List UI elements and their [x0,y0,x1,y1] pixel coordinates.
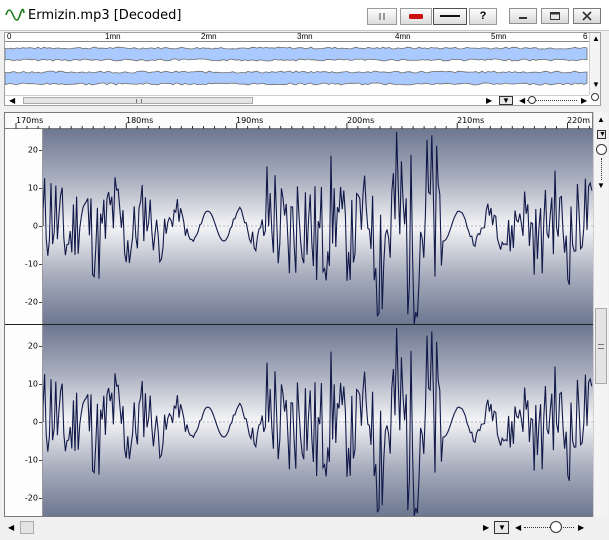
horizontal-zoom-knob[interactable] [550,521,562,533]
overview-waveform [5,46,588,86]
y-tick-label: -20 [24,493,38,503]
y-tick-label: 20 [27,145,38,155]
channel-1[interactable] [42,129,593,325]
main-time-ruler[interactable]: 170ms 180ms 190ms 200ms 210ms 220m [4,112,593,129]
y-tick-label: -10 [24,259,38,269]
scroll-right-icon[interactable]: ▶ [486,97,492,105]
scroll-up-icon[interactable]: ▲ [597,116,605,124]
maximize-button[interactable] [541,8,569,24]
vertical-scrollbar[interactable]: ▲ ▼ ▼ [593,112,608,517]
help-button[interactable]: ? [469,8,497,25]
vertical-scroll-thumb[interactable] [595,308,607,384]
overview-horizontal-scrollbar[interactable]: ◀ ▶ ▼ ◀ ▶ [5,95,589,105]
minimize-icon [519,17,527,19]
overview-ruler-tick: 0 [7,32,12,41]
overview-ruler-tick: 6 [583,32,588,41]
overview-vertical-scrollbar[interactable]: ▲ ▼ [589,33,600,95]
record-button[interactable] [400,8,432,25]
overview-ruler-tick: 2mn [201,32,217,41]
vertical-zoom-slider[interactable] [601,158,602,180]
overview-ruler-tick: 3mn [297,32,313,41]
close-button[interactable] [573,8,601,24]
overview-ruler-tick: 1mn [105,32,121,41]
overview-scroll-thumb[interactable] [23,97,253,104]
scroll-down-icon[interactable]: ▼ [597,182,605,190]
chevron-down-icon: ▼ [502,96,510,105]
overview-dropdown-button[interactable]: ▼ [499,96,513,105]
scroll-up-icon[interactable]: ▲ [592,35,600,43]
pause-icon [379,13,385,20]
y-tick-label: 0 [32,221,38,231]
channel-2-waveform [42,327,593,517]
overview-ruler-tick: 4mn [395,32,411,41]
pause-button[interactable] [367,8,397,25]
overview-zoom-slider-knob[interactable] [528,96,536,104]
scroll-left-icon[interactable]: ◀ [8,524,14,532]
grip-icon [136,99,142,103]
horizontal-scroll-thumb[interactable] [20,521,34,534]
maximize-icon [550,12,560,20]
zoom-out-icon[interactable]: ◀ [519,97,525,105]
waveform-area[interactable]: 20 10 0 -10 -20 20 10 0 -10 -20 [4,129,593,517]
horizontal-dropdown-button[interactable]: ▼ [494,521,509,534]
channel-1-y-axis: 20 10 0 -10 -20 [5,129,43,324]
scroll-left-icon[interactable]: ◀ [9,97,15,105]
vertical-dropdown-button[interactable]: ▼ [597,130,606,139]
overview-zoom-knob[interactable] [591,93,599,101]
channel-2[interactable] [42,325,593,517]
line-tool-button[interactable] [433,8,467,25]
grip-icon [598,344,604,349]
overview-ruler-tick: 5mn [491,32,507,41]
title-bar: Ermizin.mp3 [Decoded] ? [0,0,609,31]
channel-1-waveform [42,131,593,325]
zoom-out-icon[interactable]: ◀ [515,524,521,532]
app-logo-icon [5,8,25,21]
record-icon [409,14,423,19]
zoom-in-icon[interactable]: ▶ [581,97,587,105]
horizontal-scrollbar[interactable]: ◀ ▶ ▼ ◀ ▶ [4,518,608,538]
chevron-down-icon: ▼ [599,131,606,138]
y-tick-label: -20 [24,297,38,307]
y-tick-label: 10 [27,183,38,193]
chevron-down-icon: ▼ [498,523,506,532]
window-title: Ermizin.mp3 [Decoded] [28,8,182,23]
horizontal-zoom-slider[interactable] [524,527,574,528]
overview-pane[interactable]: 0 1mn 2mn 3mn 4mn 5mn 6 ▲ ▼ ◀ ▶ ▼ ◀ ▶ [4,32,601,106]
y-tick-label: 20 [27,341,38,351]
scroll-down-icon[interactable]: ▼ [592,81,600,89]
zoom-in-icon[interactable]: ▶ [578,524,584,532]
minimize-button[interactable] [509,8,537,24]
scroll-right-icon[interactable]: ▶ [483,524,489,532]
y-tick-label: 10 [27,379,38,389]
close-icon [582,11,592,21]
y-tick-label: -10 [24,455,38,465]
channel-2-y-axis: 20 10 0 -10 -20 [5,325,43,516]
line-icon [440,15,460,17]
y-tick-label: 0 [32,417,38,427]
overview-ruler: 0 1mn 2mn 3mn 4mn 5mn 6 [5,32,589,42]
vertical-zoom-knob[interactable] [596,144,607,155]
